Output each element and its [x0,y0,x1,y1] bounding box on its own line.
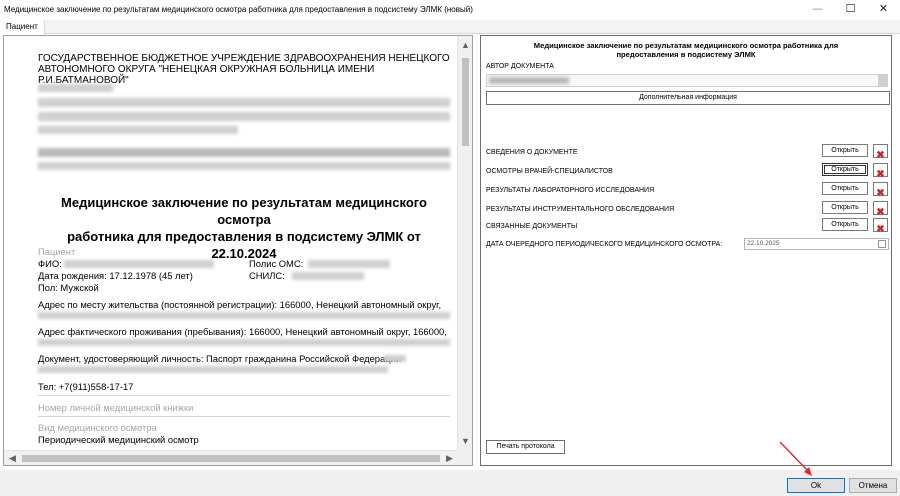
scroll-left-icon[interactable]: ◀ [5,451,20,465]
next-exam-date: 22.10.2025 [747,240,780,247]
horizontal-scrollbar[interactable]: ◀ ▶ [4,450,458,465]
divider [38,416,450,417]
patient-heading: Пациент [38,246,76,257]
address-registration: Адрес по месту жительства (постоянной ре… [38,299,442,310]
organization-name: ГОСУДАРСТВЕННОЕ БЮДЖЕТНОЕ УЧРЕЖДЕНИЕ ЗДР… [38,53,458,86]
section-row: РЕЗУЛЬТАТЫ ИНСТРУМЕНТАЛЬНОГО ОБСЛЕДОВАНИ… [486,201,890,218]
sex: Пол: Мужской [38,282,99,293]
delete-x-icon[interactable]: ✖ [873,163,888,180]
scroll-up-icon[interactable]: ▲ [458,38,472,52]
redacted-snils [292,272,364,280]
tab-strip: Пациент [0,20,900,34]
scroll-down-icon[interactable]: ▼ [458,434,472,448]
vertical-scrollbar[interactable]: ▲ ▼ [457,36,472,450]
phone: Тел: +7(911)558-17-17 [38,381,134,392]
next-exam-row: ДАТА ОЧЕРЕДНОГО ПЕРИОДИЧЕСКОГО МЕДИЦИНСК… [486,238,890,252]
redacted-fio [64,260,214,268]
author-dropdown-icon[interactable] [878,75,887,86]
redacted-block [38,98,450,107]
polis-label: Полис ОМС: [249,258,304,269]
open-button[interactable]: Открыть [822,218,868,231]
exam-type-heading: Вид медицинского осмотра [38,422,157,433]
section-label: РЕЗУЛЬТАТЫ ИНСТРУМЕНТАЛЬНОГО ОБСЛЕДОВАНИ… [486,206,675,213]
calendar-icon[interactable] [878,240,886,248]
delete-x-icon[interactable]: ✖ [873,218,888,235]
redacted-block [38,339,450,346]
section-row: СВЕДЕНИЯ О ДОКУМЕНТЕ Открыть ✖ [486,144,890,161]
next-exam-label: ДАТА ОЧЕРЕДНОГО ПЕРИОДИЧЕСКОГО МЕДИЦИНСК… [486,241,723,248]
print-protocol-button[interactable]: Печать протокола [486,440,565,454]
section-row: РЕЗУЛЬТАТЫ ЛАБОРАТОРНОГО ИССЛЕДОВАНИЯ От… [486,182,890,199]
close-icon[interactable]: ✕ [867,0,900,20]
redacted-author [489,77,569,84]
redacted-block [384,355,406,362]
section-row: СВЯЗАННЫЕ ДОКУМЕНТЫ Открыть ✖ [486,218,890,235]
redacted-block [38,366,388,373]
next-exam-date-field[interactable]: 22.10.2025 [744,238,889,250]
document-title-line-2: работника для предоставления в подсистем… [67,229,421,261]
address-actual: Адрес фактического проживания (пребывани… [38,326,447,337]
tab-patient[interactable]: Пациент [0,20,45,34]
scroll-right-icon[interactable]: ▶ [442,451,457,465]
open-button[interactable]: Открыть [822,163,868,176]
redacted-block [38,84,113,92]
author-label: АВТОР ДОКУМЕНТА [486,63,554,70]
form-panel: Медицинское заключение по результатам ме… [480,35,892,466]
section-label: СВЕДЕНИЯ О ДОКУМЕНТЕ [486,149,578,156]
additional-info-button[interactable]: Дополнительная информация [486,91,890,105]
dialog-footer: Ok Отмена [0,470,900,496]
delete-x-icon[interactable]: ✖ [873,201,888,218]
redacted-polis [308,260,390,268]
cancel-button[interactable]: Отмена [849,478,897,493]
identity-document: Документ, удостоверяющий личность: Паспо… [38,353,402,364]
form-title: Медицинское заключение по результатам ме… [481,41,891,59]
redacted-block [38,126,238,134]
document-title: Медицинское заключение по результатам ме… [34,194,454,262]
org-line-1: ГОСУДАРСТВЕННОЕ БЮДЖЕТНОЕ УЧРЕЖДЕНИЕ ЗДР… [38,53,450,64]
ok-button[interactable]: Ok [787,478,845,493]
section-row: ОСМОТРЫ ВРАЧЕЙ-СПЕЦИАЛИСТОВ Открыть ✖ [486,163,890,180]
horizontal-scroll-thumb[interactable] [22,455,440,462]
snils-label: СНИЛС: [249,270,285,281]
title-bar: Медицинское заключение по результатам ме… [0,0,900,20]
org-line-2: АВТОНОМНОГО ОКРУГА "НЕНЕЦКАЯ ОКРУЖНАЯ БО… [38,64,375,86]
minimize-icon[interactable]: — [801,0,834,20]
open-button[interactable]: Открыть [822,144,868,157]
document-page: ГОСУДАРСТВЕННОЕ БЮДЖЕТНОЕ УЧРЕЖДЕНИЕ ЗДР… [4,36,458,450]
delete-x-icon[interactable]: ✖ [873,144,888,161]
scroll-corner [457,450,472,465]
form-title-line-1: Медицинское заключение по результатам ме… [533,41,839,50]
redacted-block [38,112,450,121]
document-title-line-1: Медицинское заключение по результатам ме… [61,195,427,227]
author-field[interactable] [486,74,888,87]
window-controls: — ☐ ✕ [801,0,900,20]
document-preview[interactable]: ГОСУДАРСТВЕННОЕ БЮДЖЕТНОЕ УЧРЕЖДЕНИЕ ЗДР… [3,35,473,466]
redacted-block [38,162,450,170]
maximize-icon[interactable]: ☐ [834,0,867,20]
window-title: Медицинское заключение по результатам ме… [4,5,473,14]
form-title-line-2: предоставления в подсистему ЭЛМК [616,50,756,59]
exam-type: Периодический медицинский осмотр [38,434,199,445]
section-label: СВЯЗАННЫЕ ДОКУМЕНТЫ [486,223,578,230]
fio-label: ФИО: [38,258,62,269]
section-label: ОСМОТРЫ ВРАЧЕЙ-СПЕЦИАЛИСТОВ [486,168,613,175]
redacted-block [38,312,450,319]
open-button[interactable]: Открыть [822,201,868,214]
redacted-block [38,148,450,157]
divider [38,395,450,396]
medbook-heading: Номер личной медицинской книжки [38,402,194,413]
delete-x-icon[interactable]: ✖ [873,182,888,199]
open-button[interactable]: Открыть [822,182,868,195]
section-label: РЕЗУЛЬТАТЫ ЛАБОРАТОРНОГО ИССЛЕДОВАНИЯ [486,187,655,194]
birth-date: Дата рождения: 17.12.1978 (45 лет) [38,270,193,281]
vertical-scroll-thumb[interactable] [462,58,469,146]
